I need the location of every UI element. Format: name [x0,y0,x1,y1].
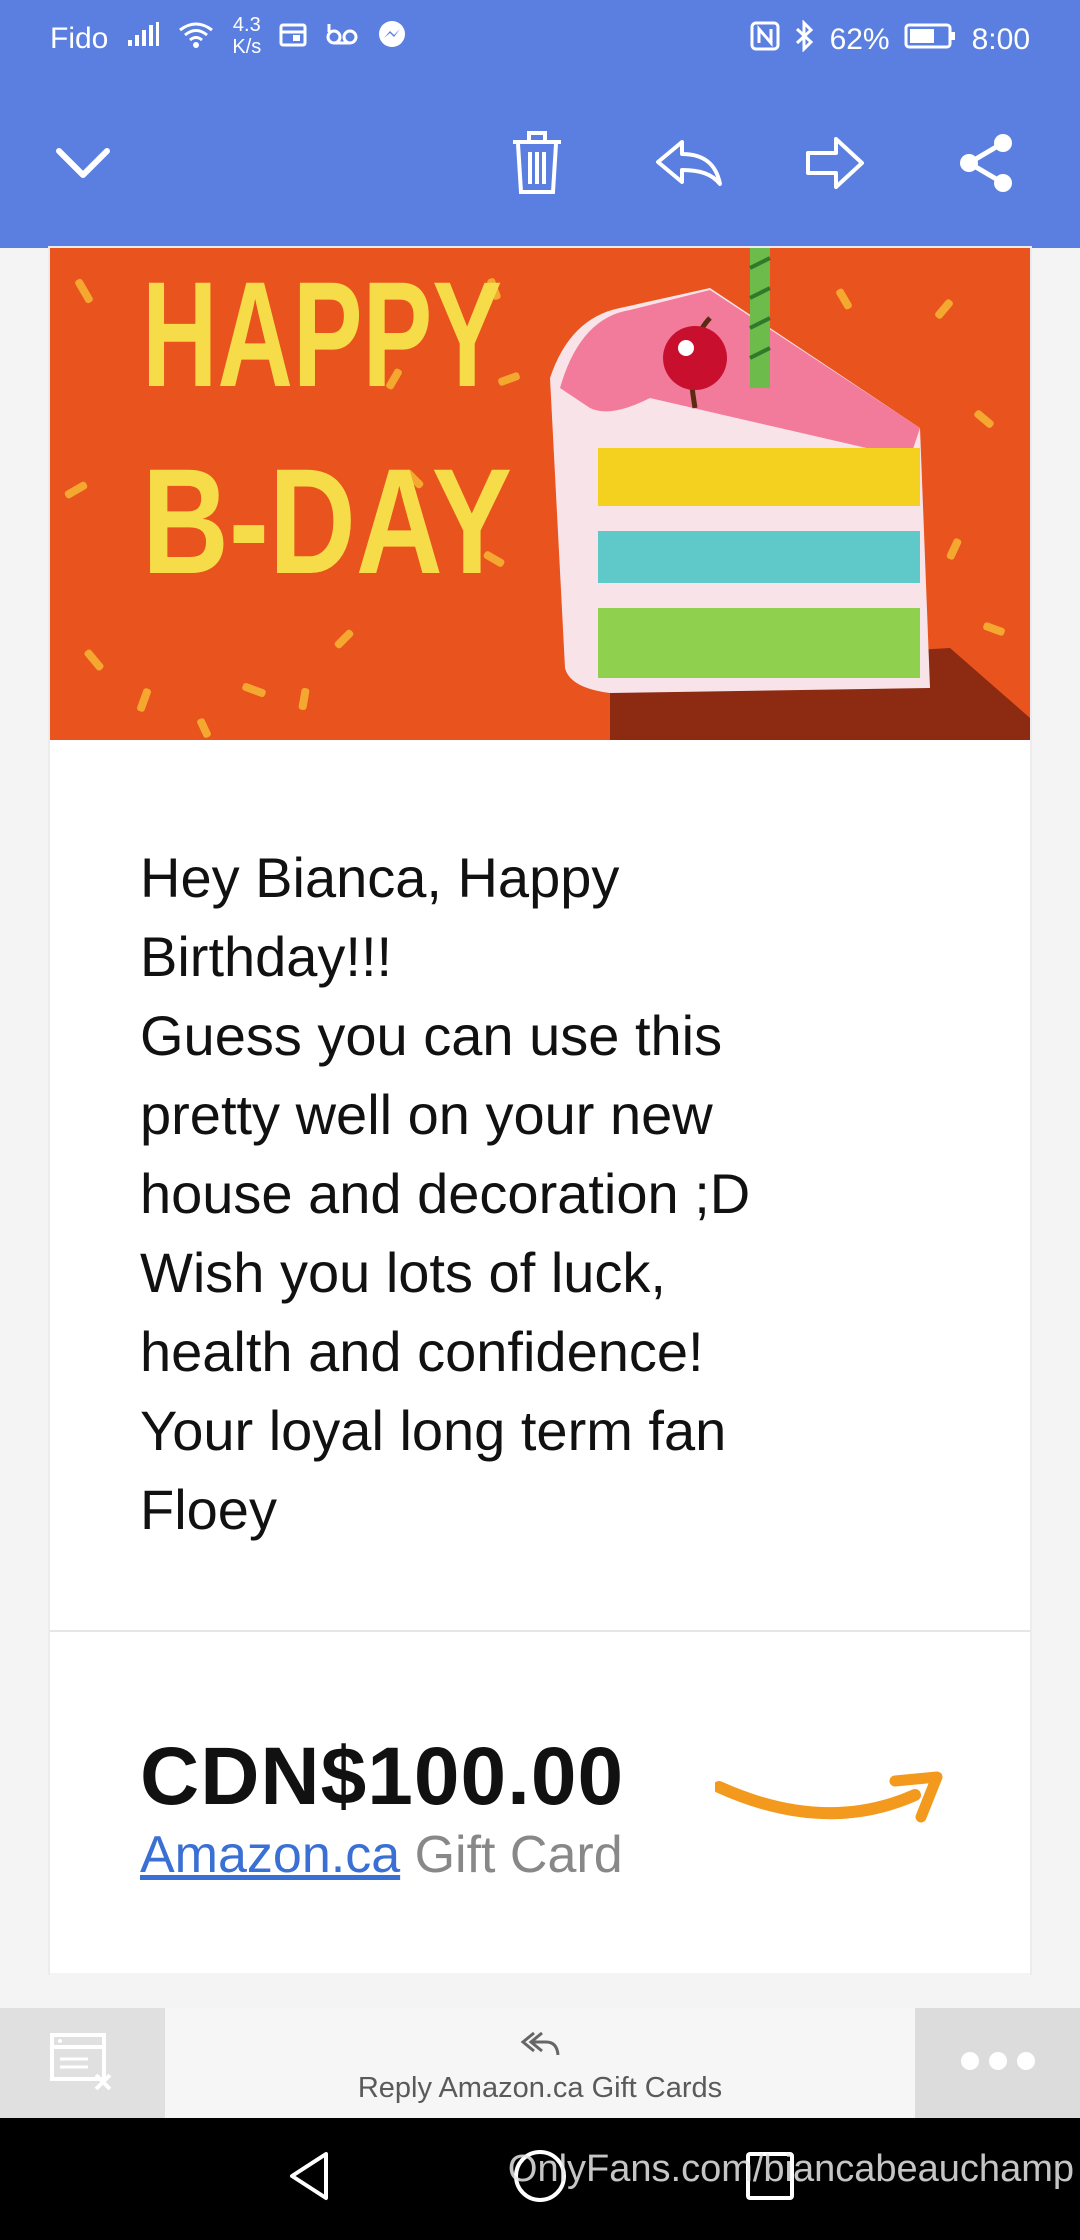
clock: 8:00 [971,23,1030,56]
reply-all-icon [520,2030,560,2063]
trash-icon [509,130,565,201]
content-divider [50,1630,1030,1632]
reply-label: Reply Amazon.ca Gift Cards [357,2072,723,2104]
collapse-button[interactable] [38,120,128,210]
messenger-icon [377,20,407,58]
signal-icon [126,22,160,56]
share-icon [957,132,1017,199]
battery-icon [904,22,958,58]
bluetooth-icon [794,19,816,60]
voicemail-icon [325,22,359,56]
share-button[interactable] [942,120,1032,210]
reply-icon [654,138,724,193]
back-icon[interactable] [280,2146,340,2211]
block-sender-button[interactable] [0,2008,165,2118]
more-button[interactable] [915,2008,1080,2118]
banner-line-2: B-DAY [142,437,512,605]
amazon-link[interactable]: Amazon.ca [140,1826,400,1884]
email-message-body: Hey Bianca, Happy Birthday!!! Guess you … [140,846,751,1541]
gift-card-text: Gift Card [400,1826,623,1884]
banner-line-1: HAPPY [142,250,502,418]
network-speed: 4.3 K/s [232,14,261,58]
status-bar: Fido 4.3 K/s 62% 8:00 [0,0,1080,82]
calendar-icon [279,22,307,56]
reply-button[interactable] [644,120,734,210]
watermark-text: OnlyFans.com/biancabeauchamp [507,2148,1074,2190]
net-speed-value: 4.3 [232,14,261,36]
gift-card-amount: CDN$100.00 [140,1731,625,1822]
birthday-banner: HAPPY B-DAY [50,248,1030,740]
app-bar: Fido 4.3 K/s 62% 8:00 [0,0,1080,248]
wifi-icon [178,21,214,57]
amazon-logo-icon [713,1765,945,1840]
battery-percent: 62% [829,23,890,56]
forward-icon [804,135,866,196]
more-icon [956,2051,1040,2075]
net-speed-unit: K/s [232,36,262,58]
card-footer-space [50,1973,1030,2008]
forward-button[interactable] [790,120,880,210]
reply-bar: Reply Amazon.ca Gift Cards [0,2008,1080,2118]
nfc-icon [750,21,780,59]
gift-card-label: Amazon.ca Gift Card [140,1825,623,1885]
delete-button[interactable] [492,120,582,210]
carrier-name: Fido [50,22,109,55]
chevron-down-icon [53,143,113,188]
block-sender-icon [48,2031,118,2096]
reply-all-button[interactable]: Reply Amazon.ca Gift Cards [165,2008,915,2118]
